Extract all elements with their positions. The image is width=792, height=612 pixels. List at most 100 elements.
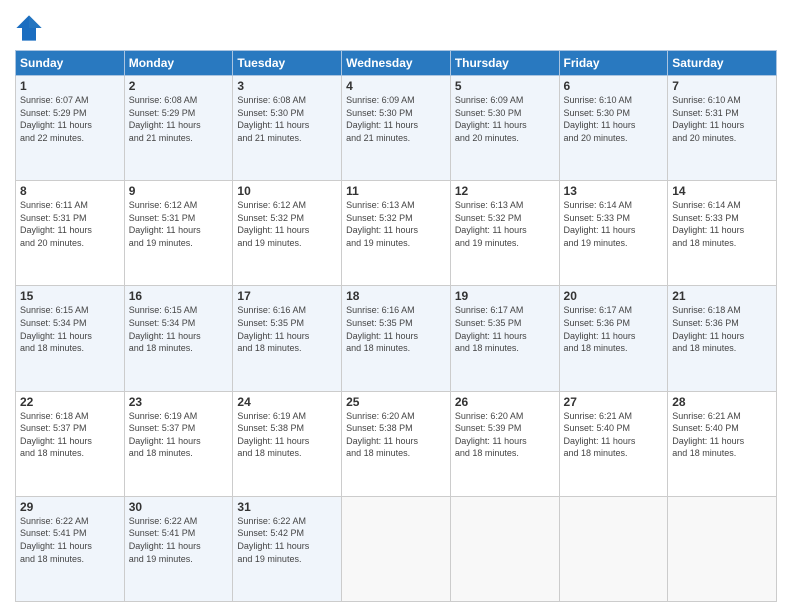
day-header-thursday: Thursday — [450, 51, 559, 76]
day-info: Sunrise: 6:13 AMSunset: 5:32 PMDaylight:… — [455, 199, 555, 249]
calendar-day: 13Sunrise: 6:14 AMSunset: 5:33 PMDayligh… — [559, 181, 668, 286]
day-number: 25 — [346, 395, 446, 409]
day-number: 10 — [237, 184, 337, 198]
calendar-body: 1Sunrise: 6:07 AMSunset: 5:29 PMDaylight… — [16, 76, 777, 602]
calendar-day: 18Sunrise: 6:16 AMSunset: 5:35 PMDayligh… — [342, 286, 451, 391]
day-number: 15 — [20, 289, 120, 303]
calendar-day: 29Sunrise: 6:22 AMSunset: 5:41 PMDayligh… — [16, 496, 125, 601]
day-number: 2 — [129, 79, 229, 93]
day-number: 19 — [455, 289, 555, 303]
day-number: 14 — [672, 184, 772, 198]
day-info: Sunrise: 6:21 AMSunset: 5:40 PMDaylight:… — [672, 410, 772, 460]
day-number: 16 — [129, 289, 229, 303]
day-info: Sunrise: 6:22 AMSunset: 5:41 PMDaylight:… — [129, 515, 229, 565]
day-info: Sunrise: 6:15 AMSunset: 5:34 PMDaylight:… — [20, 304, 120, 354]
calendar-day: 16Sunrise: 6:15 AMSunset: 5:34 PMDayligh… — [124, 286, 233, 391]
day-info: Sunrise: 6:16 AMSunset: 5:35 PMDaylight:… — [237, 304, 337, 354]
calendar-day: 11Sunrise: 6:13 AMSunset: 5:32 PMDayligh… — [342, 181, 451, 286]
day-number: 29 — [20, 500, 120, 514]
calendar-day: 26Sunrise: 6:20 AMSunset: 5:39 PMDayligh… — [450, 391, 559, 496]
calendar-day: 5Sunrise: 6:09 AMSunset: 5:30 PMDaylight… — [450, 76, 559, 181]
calendar-day: 1Sunrise: 6:07 AMSunset: 5:29 PMDaylight… — [16, 76, 125, 181]
day-number: 30 — [129, 500, 229, 514]
day-number: 20 — [564, 289, 664, 303]
day-number: 22 — [20, 395, 120, 409]
day-info: Sunrise: 6:14 AMSunset: 5:33 PMDaylight:… — [672, 199, 772, 249]
logo-icon — [15, 14, 43, 42]
day-header-sunday: Sunday — [16, 51, 125, 76]
day-info: Sunrise: 6:21 AMSunset: 5:40 PMDaylight:… — [564, 410, 664, 460]
calendar-day: 17Sunrise: 6:16 AMSunset: 5:35 PMDayligh… — [233, 286, 342, 391]
day-number: 18 — [346, 289, 446, 303]
day-number: 6 — [564, 79, 664, 93]
day-number: 1 — [20, 79, 120, 93]
day-number: 3 — [237, 79, 337, 93]
calendar-day: 25Sunrise: 6:20 AMSunset: 5:38 PMDayligh… — [342, 391, 451, 496]
calendar-empty — [668, 496, 777, 601]
calendar-day: 14Sunrise: 6:14 AMSunset: 5:33 PMDayligh… — [668, 181, 777, 286]
day-info: Sunrise: 6:12 AMSunset: 5:32 PMDaylight:… — [237, 199, 337, 249]
page: SundayMondayTuesdayWednesdayThursdayFrid… — [0, 0, 792, 612]
calendar-day: 30Sunrise: 6:22 AMSunset: 5:41 PMDayligh… — [124, 496, 233, 601]
calendar-day: 19Sunrise: 6:17 AMSunset: 5:35 PMDayligh… — [450, 286, 559, 391]
day-header-friday: Friday — [559, 51, 668, 76]
day-number: 27 — [564, 395, 664, 409]
header — [15, 10, 777, 42]
day-info: Sunrise: 6:22 AMSunset: 5:42 PMDaylight:… — [237, 515, 337, 565]
calendar-week-row: 1Sunrise: 6:07 AMSunset: 5:29 PMDaylight… — [16, 76, 777, 181]
calendar-day: 6Sunrise: 6:10 AMSunset: 5:30 PMDaylight… — [559, 76, 668, 181]
day-info: Sunrise: 6:07 AMSunset: 5:29 PMDaylight:… — [20, 94, 120, 144]
calendar-table: SundayMondayTuesdayWednesdayThursdayFrid… — [15, 50, 777, 602]
day-header-tuesday: Tuesday — [233, 51, 342, 76]
day-info: Sunrise: 6:22 AMSunset: 5:41 PMDaylight:… — [20, 515, 120, 565]
day-number: 11 — [346, 184, 446, 198]
day-info: Sunrise: 6:20 AMSunset: 5:39 PMDaylight:… — [455, 410, 555, 460]
day-number: 26 — [455, 395, 555, 409]
calendar-day: 23Sunrise: 6:19 AMSunset: 5:37 PMDayligh… — [124, 391, 233, 496]
calendar-day: 28Sunrise: 6:21 AMSunset: 5:40 PMDayligh… — [668, 391, 777, 496]
day-info: Sunrise: 6:15 AMSunset: 5:34 PMDaylight:… — [129, 304, 229, 354]
day-number: 9 — [129, 184, 229, 198]
calendar-day: 22Sunrise: 6:18 AMSunset: 5:37 PMDayligh… — [16, 391, 125, 496]
day-header-wednesday: Wednesday — [342, 51, 451, 76]
calendar-day: 3Sunrise: 6:08 AMSunset: 5:30 PMDaylight… — [233, 76, 342, 181]
day-info: Sunrise: 6:11 AMSunset: 5:31 PMDaylight:… — [20, 199, 120, 249]
day-info: Sunrise: 6:17 AMSunset: 5:35 PMDaylight:… — [455, 304, 555, 354]
calendar-day: 8Sunrise: 6:11 AMSunset: 5:31 PMDaylight… — [16, 181, 125, 286]
day-info: Sunrise: 6:19 AMSunset: 5:38 PMDaylight:… — [237, 410, 337, 460]
calendar-week-row: 15Sunrise: 6:15 AMSunset: 5:34 PMDayligh… — [16, 286, 777, 391]
day-info: Sunrise: 6:19 AMSunset: 5:37 PMDaylight:… — [129, 410, 229, 460]
day-info: Sunrise: 6:20 AMSunset: 5:38 PMDaylight:… — [346, 410, 446, 460]
calendar-empty — [342, 496, 451, 601]
day-number: 21 — [672, 289, 772, 303]
day-info: Sunrise: 6:10 AMSunset: 5:31 PMDaylight:… — [672, 94, 772, 144]
day-info: Sunrise: 6:12 AMSunset: 5:31 PMDaylight:… — [129, 199, 229, 249]
day-number: 28 — [672, 395, 772, 409]
day-header-monday: Monday — [124, 51, 233, 76]
day-info: Sunrise: 6:14 AMSunset: 5:33 PMDaylight:… — [564, 199, 664, 249]
day-number: 4 — [346, 79, 446, 93]
calendar-empty — [450, 496, 559, 601]
calendar-day: 15Sunrise: 6:15 AMSunset: 5:34 PMDayligh… — [16, 286, 125, 391]
day-info: Sunrise: 6:08 AMSunset: 5:30 PMDaylight:… — [237, 94, 337, 144]
day-info: Sunrise: 6:09 AMSunset: 5:30 PMDaylight:… — [455, 94, 555, 144]
calendar-empty — [559, 496, 668, 601]
day-number: 7 — [672, 79, 772, 93]
day-number: 31 — [237, 500, 337, 514]
calendar-day: 20Sunrise: 6:17 AMSunset: 5:36 PMDayligh… — [559, 286, 668, 391]
calendar-day: 12Sunrise: 6:13 AMSunset: 5:32 PMDayligh… — [450, 181, 559, 286]
day-info: Sunrise: 6:10 AMSunset: 5:30 PMDaylight:… — [564, 94, 664, 144]
calendar-header: SundayMondayTuesdayWednesdayThursdayFrid… — [16, 51, 777, 76]
calendar-day: 2Sunrise: 6:08 AMSunset: 5:29 PMDaylight… — [124, 76, 233, 181]
calendar-day: 4Sunrise: 6:09 AMSunset: 5:30 PMDaylight… — [342, 76, 451, 181]
calendar-week-row: 8Sunrise: 6:11 AMSunset: 5:31 PMDaylight… — [16, 181, 777, 286]
day-number: 13 — [564, 184, 664, 198]
calendar-day: 9Sunrise: 6:12 AMSunset: 5:31 PMDaylight… — [124, 181, 233, 286]
calendar-week-row: 29Sunrise: 6:22 AMSunset: 5:41 PMDayligh… — [16, 496, 777, 601]
day-info: Sunrise: 6:16 AMSunset: 5:35 PMDaylight:… — [346, 304, 446, 354]
day-info: Sunrise: 6:18 AMSunset: 5:36 PMDaylight:… — [672, 304, 772, 354]
day-number: 17 — [237, 289, 337, 303]
day-info: Sunrise: 6:17 AMSunset: 5:36 PMDaylight:… — [564, 304, 664, 354]
day-number: 12 — [455, 184, 555, 198]
day-number: 5 — [455, 79, 555, 93]
